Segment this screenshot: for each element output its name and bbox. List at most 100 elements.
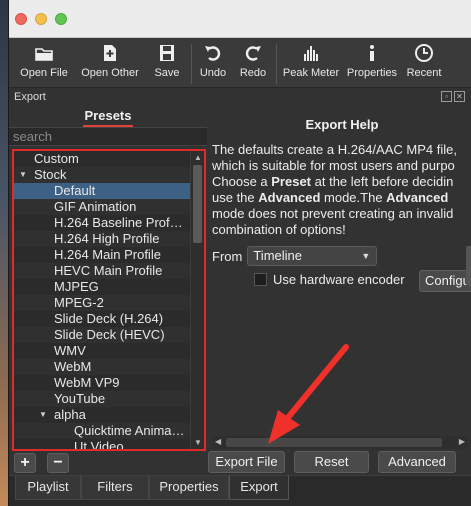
preset-tree-item-label: Slide Deck (HEVC) — [54, 327, 165, 342]
export-help-pane: Export Help The defaults create a H.264/… — [212, 106, 471, 452]
help-horizontal-scrollbar[interactable]: ◀ ▶ — [212, 436, 468, 449]
preset-tree-item[interactable]: ▼ alpha — [14, 407, 190, 423]
preset-tree-item[interactable]: YouTube — [14, 391, 190, 407]
properties-label: Properties — [346, 67, 398, 79]
presets-tree-list: Custom ▼ Stock Default GIF Animation H.264 Ba… — [14, 151, 190, 449]
undo-button[interactable]: Undo — [194, 38, 232, 88]
close-panel-icon[interactable]: ✕ — [454, 91, 465, 102]
presets-tab[interactable]: Presets — [9, 106, 207, 127]
open-file-button[interactable]: Open File — [13, 38, 75, 88]
preset-tree-item-label: WebM — [54, 359, 92, 374]
tab-properties[interactable]: Properties — [149, 476, 229, 500]
preset-tree-item[interactable]: GIF Animation — [14, 199, 190, 215]
scrollbar-thumb[interactable] — [193, 165, 202, 243]
help-line: mode does not prevent creating an invali… — [212, 206, 454, 221]
panel-title: Export — [14, 91, 46, 103]
hardware-encoder-checkbox[interactable] — [254, 273, 267, 286]
advanced-button[interactable]: Advanced — [378, 451, 456, 473]
from-select[interactable]: Timeline ▼ — [247, 246, 378, 266]
help-line: which is suitable for most users and pur… — [212, 158, 455, 173]
preset-tree-item[interactable]: Custom — [14, 151, 190, 167]
peak-meter-label: Peak Meter — [282, 67, 340, 79]
properties-button[interactable]: Properties — [343, 38, 401, 88]
help-line: use the Advanced mode.The Advanced — [212, 190, 449, 205]
recent-button[interactable]: Recent — [401, 38, 447, 88]
preset-tree-item-label: MPEG-2 — [54, 295, 104, 310]
from-row: From Timeline ▼ — [212, 246, 378, 266]
open-file-label: Open File — [20, 67, 68, 79]
tab-playlist[interactable]: Playlist — [15, 476, 81, 500]
toolbar-separator — [191, 44, 192, 84]
preset-tree-item-label: YouTube — [54, 391, 106, 406]
help-line: The defaults create a H.264/AAC MP4 file… — [212, 142, 457, 157]
peak-meter-button[interactable]: Peak Meter — [279, 38, 343, 88]
scrollbar-thumb[interactable] — [226, 438, 442, 447]
tab-filters[interactable]: Filters — [81, 476, 149, 500]
preset-tree-item[interactable]: Default — [14, 183, 190, 199]
export-file-button[interactable]: Export File — [208, 451, 285, 473]
preset-tree-item[interactable]: Slide Deck (H.264) — [14, 311, 190, 327]
presets-vertical-scrollbar[interactable]: ▲ ▼ — [190, 151, 204, 449]
expand-arrow-icon[interactable]: ▼ — [19, 167, 27, 183]
peak-meter-icon — [304, 46, 318, 61]
preset-tree-item-label: MJPEG — [54, 279, 99, 294]
scroll-right-icon[interactable]: ▶ — [459, 437, 465, 446]
undo-icon — [205, 46, 221, 61]
presets-tab-underline — [83, 125, 133, 127]
configure-button[interactable]: Configur — [419, 270, 471, 292]
scroll-left-icon[interactable]: ◀ — [215, 437, 221, 446]
scroll-down-icon[interactable]: ▼ — [194, 438, 202, 447]
help-vertical-scrollbar[interactable] — [466, 146, 471, 436]
preset-tree-item[interactable]: H.264 High Profile — [14, 231, 190, 247]
open-other-label: Open Other — [81, 67, 139, 79]
chevron-down-icon: ▼ — [361, 251, 371, 261]
close-window-button[interactable] — [15, 13, 27, 25]
undo-label: Undo — [199, 67, 227, 79]
redo-button[interactable]: Redo — [232, 38, 274, 88]
help-line: Choose a Preset at the left before decid… — [212, 174, 454, 189]
dock-tabs: Playlist Filters Properties Export — [9, 475, 471, 506]
from-label: From — [212, 248, 243, 264]
open-other-icon — [104, 45, 116, 61]
save-button[interactable]: Save — [145, 38, 189, 88]
preset-tree-item-label: Quicktime Anima… — [74, 423, 185, 438]
float-panel-icon[interactable]: ▫ — [441, 91, 452, 102]
preset-tree-item-label: WMV — [54, 343, 86, 358]
scrollbar-thumb[interactable] — [466, 246, 471, 286]
preset-tree-item[interactable]: WebM — [14, 359, 190, 375]
title-bar — [9, 0, 471, 38]
preset-tree-item[interactable]: Quicktime Anima… — [14, 423, 190, 439]
tab-export[interactable]: Export — [229, 476, 289, 500]
preset-tree-item[interactable]: H.264 Main Profile — [14, 247, 190, 263]
hardware-encoder-label: Use hardware encoder — [273, 272, 405, 287]
preset-tree-item[interactable]: WMV — [14, 343, 190, 359]
preset-search-input[interactable]: search — [9, 127, 207, 146]
add-preset-button[interactable]: + — [14, 453, 36, 473]
remove-preset-button[interactable]: − — [47, 453, 69, 473]
preset-tree-item[interactable]: HEVC Main Profile — [14, 263, 190, 279]
zoom-window-button[interactable] — [55, 13, 67, 25]
preset-tree-item-label: HEVC Main Profile — [54, 263, 163, 278]
preset-tree-item[interactable]: MJPEG — [14, 279, 190, 295]
preset-tree-item-label: Slide Deck (H.264) — [54, 311, 164, 326]
open-other-button[interactable]: Open Other — [75, 38, 145, 88]
main-toolbar: Open File Open Other Save Undo Redo Peak… — [9, 38, 471, 88]
help-title: Export Help — [305, 117, 379, 132]
preset-tree-item[interactable]: Slide Deck (HEVC) — [14, 327, 190, 343]
toolbar-separator — [276, 44, 277, 84]
help-text: The defaults create a H.264/AAC MP4 file… — [212, 142, 471, 238]
clock-icon — [415, 44, 433, 62]
preset-tree-item[interactable]: WebM VP9 — [14, 375, 190, 391]
reset-button[interactable]: Reset — [294, 451, 369, 473]
preset-tree-item[interactable]: H.264 Baseline Prof… — [14, 215, 190, 231]
app-window: Open File Open Other Save Undo Redo Peak… — [8, 0, 471, 506]
preset-tree-item[interactable]: MPEG-2 — [14, 295, 190, 311]
minimize-window-button[interactable] — [35, 13, 47, 25]
scroll-up-icon[interactable]: ▲ — [194, 153, 202, 162]
preset-tree-item[interactable]: ▼ Stock — [14, 167, 190, 183]
expand-arrow-icon[interactable]: ▼ — [39, 407, 47, 423]
preset-tree-item-label: H.264 Baseline Prof… — [54, 215, 183, 230]
help-line: combination of options! — [212, 222, 346, 237]
preset-tree-item-label: GIF Animation — [54, 199, 137, 214]
save-label: Save — [154, 67, 180, 79]
